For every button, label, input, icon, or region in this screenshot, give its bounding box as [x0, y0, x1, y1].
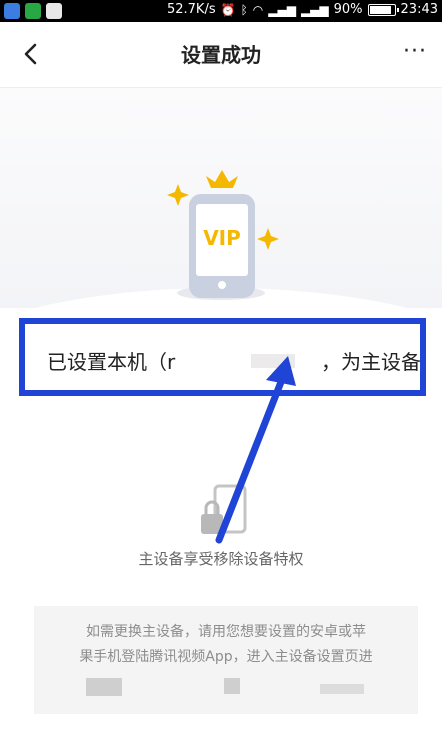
annotation-arrow [215, 356, 296, 544]
